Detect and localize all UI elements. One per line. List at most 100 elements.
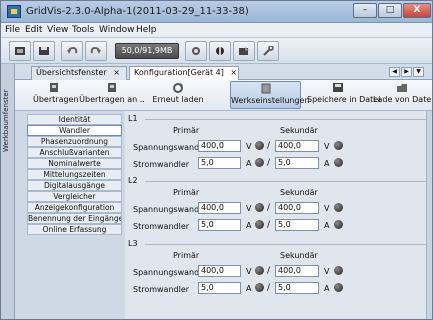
action-toolbar: Übertragen Übertragen an .. Erneut laden… [15, 80, 432, 111]
tab-bar: Übersichtsfenster × Konfiguration[Gerät … [15, 64, 432, 80]
tab-list-icon[interactable]: ▼ [413, 67, 424, 77]
save-to-file-button[interactable]: Speichere in Datei [307, 81, 380, 109]
nav-item-identity[interactable]: Identität [27, 114, 122, 125]
nav-item-comparator[interactable]: Vergleicher [27, 191, 122, 202]
tab-scroll-left-icon[interactable]: ◀ [389, 67, 400, 77]
menu-window[interactable]: Window [99, 25, 135, 35]
nav-item-phase-assignment[interactable]: Phasenzuordnung [27, 136, 122, 147]
export-button[interactable] [233, 41, 255, 61]
app-logo-icon [7, 5, 21, 18]
l2-current-secondary-input[interactable]: 5,0 [275, 219, 319, 231]
l2-voltage-primary-input[interactable]: 400,0 [198, 202, 241, 214]
save-to-file-label: Speichere in Datei [307, 95, 381, 104]
menu-view[interactable]: View [47, 25, 68, 35]
unit-volt: V [324, 204, 330, 213]
nav-item-connection-variants[interactable]: Anschlußvarianten [27, 147, 122, 158]
unit-ampere: A [324, 221, 330, 230]
save-button[interactable] [33, 41, 55, 61]
l2-voltage-secondary-input[interactable]: 400,0 [275, 202, 319, 214]
menu-edit[interactable]: Edit [25, 25, 42, 35]
save-icon [39, 47, 49, 55]
reload-icon [173, 83, 183, 93]
ratio-slash: / [267, 220, 271, 230]
l3-current-primary-input[interactable]: 5,0 [198, 282, 241, 294]
secondary-column-header: Sekundär [280, 188, 318, 197]
unit-ampere: A [246, 159, 252, 168]
l3-current-secondary-input[interactable]: 5,0 [275, 282, 319, 294]
app-window: GridVis-2.3.0-Alpha-1(2011-03-29_11-33-3… [0, 0, 433, 320]
open-project-icon [15, 47, 25, 55]
menu-tools[interactable]: Tools [72, 25, 94, 35]
nav-item-input-naming[interactable]: Benennung der Eingänge [27, 213, 122, 224]
status-indicator-icon [255, 141, 264, 150]
reload-button[interactable]: Erneut laden [151, 81, 205, 109]
close-button[interactable]: X [403, 3, 431, 18]
factory-settings-button[interactable]: Werkseinstellungen [230, 81, 310, 109]
unit-volt: V [246, 267, 252, 276]
redo-button[interactable] [85, 41, 107, 61]
menu-help[interactable]: Help [136, 25, 157, 35]
l3-voltage-primary-input[interactable]: 400,0 [198, 265, 241, 277]
memory-usage-indicator[interactable]: 50,0/91,9MB [115, 43, 179, 59]
primary-column-header: Primär [173, 251, 200, 260]
nav-item-online-recording[interactable]: Online Erfassung [27, 224, 122, 235]
current-transformer-label: Stromwandler [133, 222, 190, 231]
nav-item-averaging-times[interactable]: Mittelungszeiten [27, 169, 122, 180]
l3-voltage-secondary-input[interactable]: 400,0 [275, 265, 319, 277]
ratio-slash: / [267, 141, 271, 151]
reload-label: Erneut laden [152, 95, 204, 104]
load-from-file-button[interactable]: Lade von Datei [373, 81, 432, 109]
memory-button[interactable] [185, 41, 207, 61]
l1-current-primary-input[interactable]: 5,0 [198, 157, 241, 169]
ratio-slash: / [267, 266, 271, 276]
online-icon [216, 47, 224, 55]
unit-volt: V [246, 204, 252, 213]
status-indicator-icon [334, 158, 343, 167]
tab-configuration-label: Konfiguration[Gerät 4] [134, 68, 224, 77]
status-indicator-icon [255, 158, 264, 167]
transfer-icon [50, 83, 58, 92]
online-button[interactable] [209, 41, 231, 61]
toolbar: 50,0/91,9MB [1, 38, 432, 64]
transfer-button[interactable]: Übertragen [33, 81, 79, 109]
redo-icon [90, 46, 101, 54]
factory-settings-icon [261, 83, 270, 94]
wrench-button[interactable] [257, 41, 279, 61]
transfer-to-button[interactable]: Übertragen an .. [79, 81, 145, 109]
undo-button[interactable] [61, 41, 83, 61]
nav-item-digital-outputs[interactable]: Digitalausgänge [27, 180, 122, 191]
factory-settings-label: Werkseinstellungen [231, 96, 310, 105]
tab-scroll-right-icon[interactable]: ▶ [401, 67, 412, 77]
vertical-scrollbar[interactable] [426, 111, 432, 319]
close-icon[interactable]: × [113, 68, 120, 77]
maximize-button[interactable]: □ [378, 3, 402, 18]
l2-current-primary-input[interactable]: 5,0 [198, 219, 241, 231]
nav-item-display-config[interactable]: Anzeigekonfiguration [27, 202, 122, 213]
primary-column-header: Primär [173, 126, 200, 135]
memory-icon [192, 47, 200, 55]
transfer-to-icon [108, 83, 116, 92]
minimize-button[interactable]: – [353, 3, 377, 18]
l1-voltage-primary-input[interactable]: 400,0 [198, 140, 241, 152]
status-indicator-icon [334, 283, 343, 292]
nav-item-transformer[interactable]: Wandler [27, 125, 122, 136]
unit-volt: V [324, 267, 330, 276]
l1-current-secondary-input[interactable]: 5,0 [275, 157, 319, 169]
status-indicator-icon [255, 220, 264, 229]
tab-configuration[interactable]: Konfiguration[Gerät 4] × [129, 66, 239, 80]
menu-file[interactable]: File [5, 25, 20, 35]
section-divider [145, 119, 429, 120]
nav-item-nominal-values[interactable]: Nominalwerte [27, 158, 122, 169]
tab-overview[interactable]: Übersichtsfenster × [31, 66, 127, 80]
status-indicator-icon [334, 141, 343, 150]
status-indicator-icon [334, 203, 343, 212]
unit-volt: V [246, 142, 252, 151]
close-icon[interactable]: × [230, 68, 237, 77]
open-project-button[interactable] [9, 41, 31, 61]
secondary-column-header: Sekundär [280, 126, 318, 135]
project-tree-strip[interactable]: Werkbaumfenster [1, 64, 15, 319]
transfer-label: Übertragen [33, 95, 79, 104]
status-indicator-icon [255, 283, 264, 292]
status-indicator-icon [334, 220, 343, 229]
l1-voltage-secondary-input[interactable]: 400,0 [275, 140, 319, 152]
